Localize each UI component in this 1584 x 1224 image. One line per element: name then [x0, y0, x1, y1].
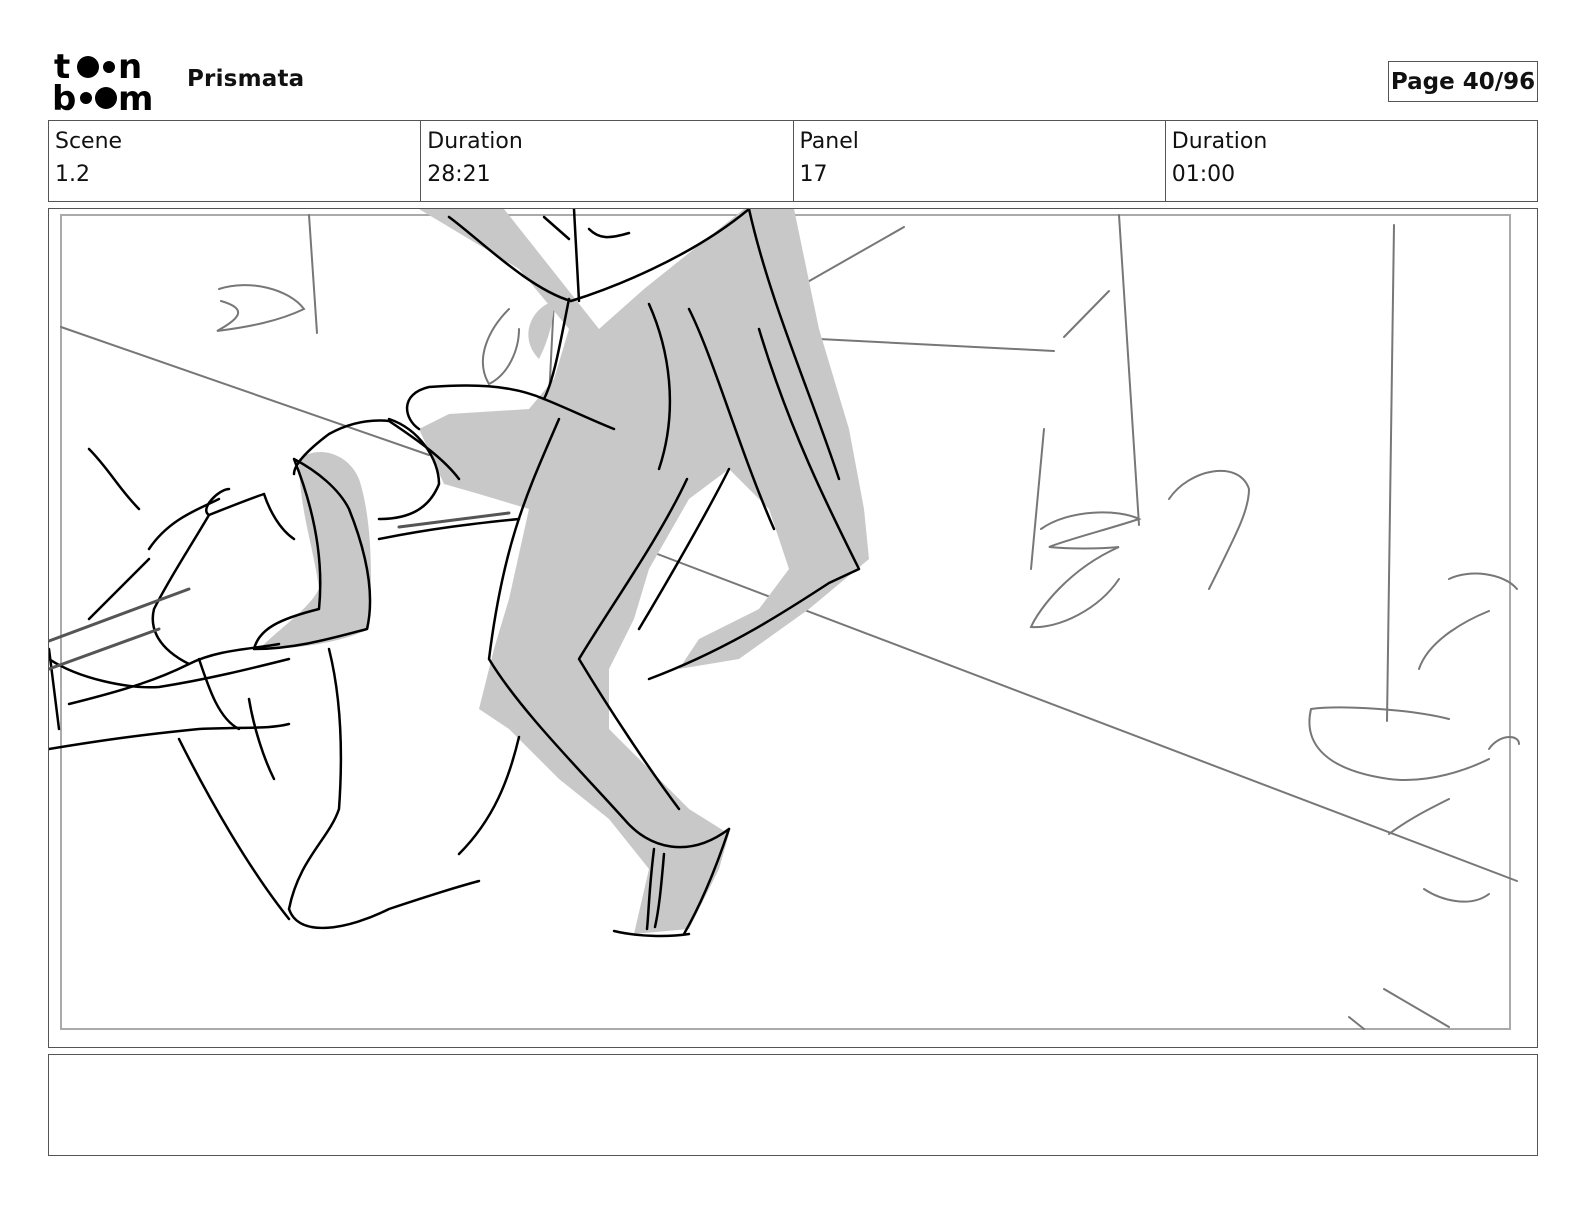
storyboard-sketch: [49, 209, 1520, 1030]
svg-text:m: m: [118, 79, 153, 112]
scene-duration-value: 28:21: [427, 162, 491, 187]
project-title: Prismata: [187, 66, 305, 92]
panel-cell: Panel 17: [794, 121, 1166, 201]
toon-boom-logo: t n b m: [52, 47, 164, 119]
scene-duration-label: Duration: [427, 129, 523, 154]
panel-duration-label: Duration: [1171, 129, 1268, 154]
svg-text:b: b: [52, 79, 76, 112]
storyboard-panel: [48, 208, 1538, 1048]
scene-value: 1.2: [55, 162, 90, 187]
scene-duration-cell: Duration 28:21: [421, 121, 794, 201]
panel-duration-cell: Duration 01:00: [1166, 121, 1537, 201]
scene-cell: Scene 1.2: [49, 121, 422, 201]
panel-duration-value: 01:00: [1171, 162, 1236, 187]
panel-notes-box: [48, 1054, 1538, 1156]
panel-value: 17: [799, 162, 828, 187]
panel-info-table: Scene 1.2 Duration 28:21 Panel 17 Durati…: [48, 120, 1538, 202]
panel-label: Panel: [799, 129, 859, 154]
scene-label: Scene: [55, 129, 123, 154]
tone-fills: [259, 209, 869, 934]
page-number: Page 40/96: [1388, 61, 1538, 102]
